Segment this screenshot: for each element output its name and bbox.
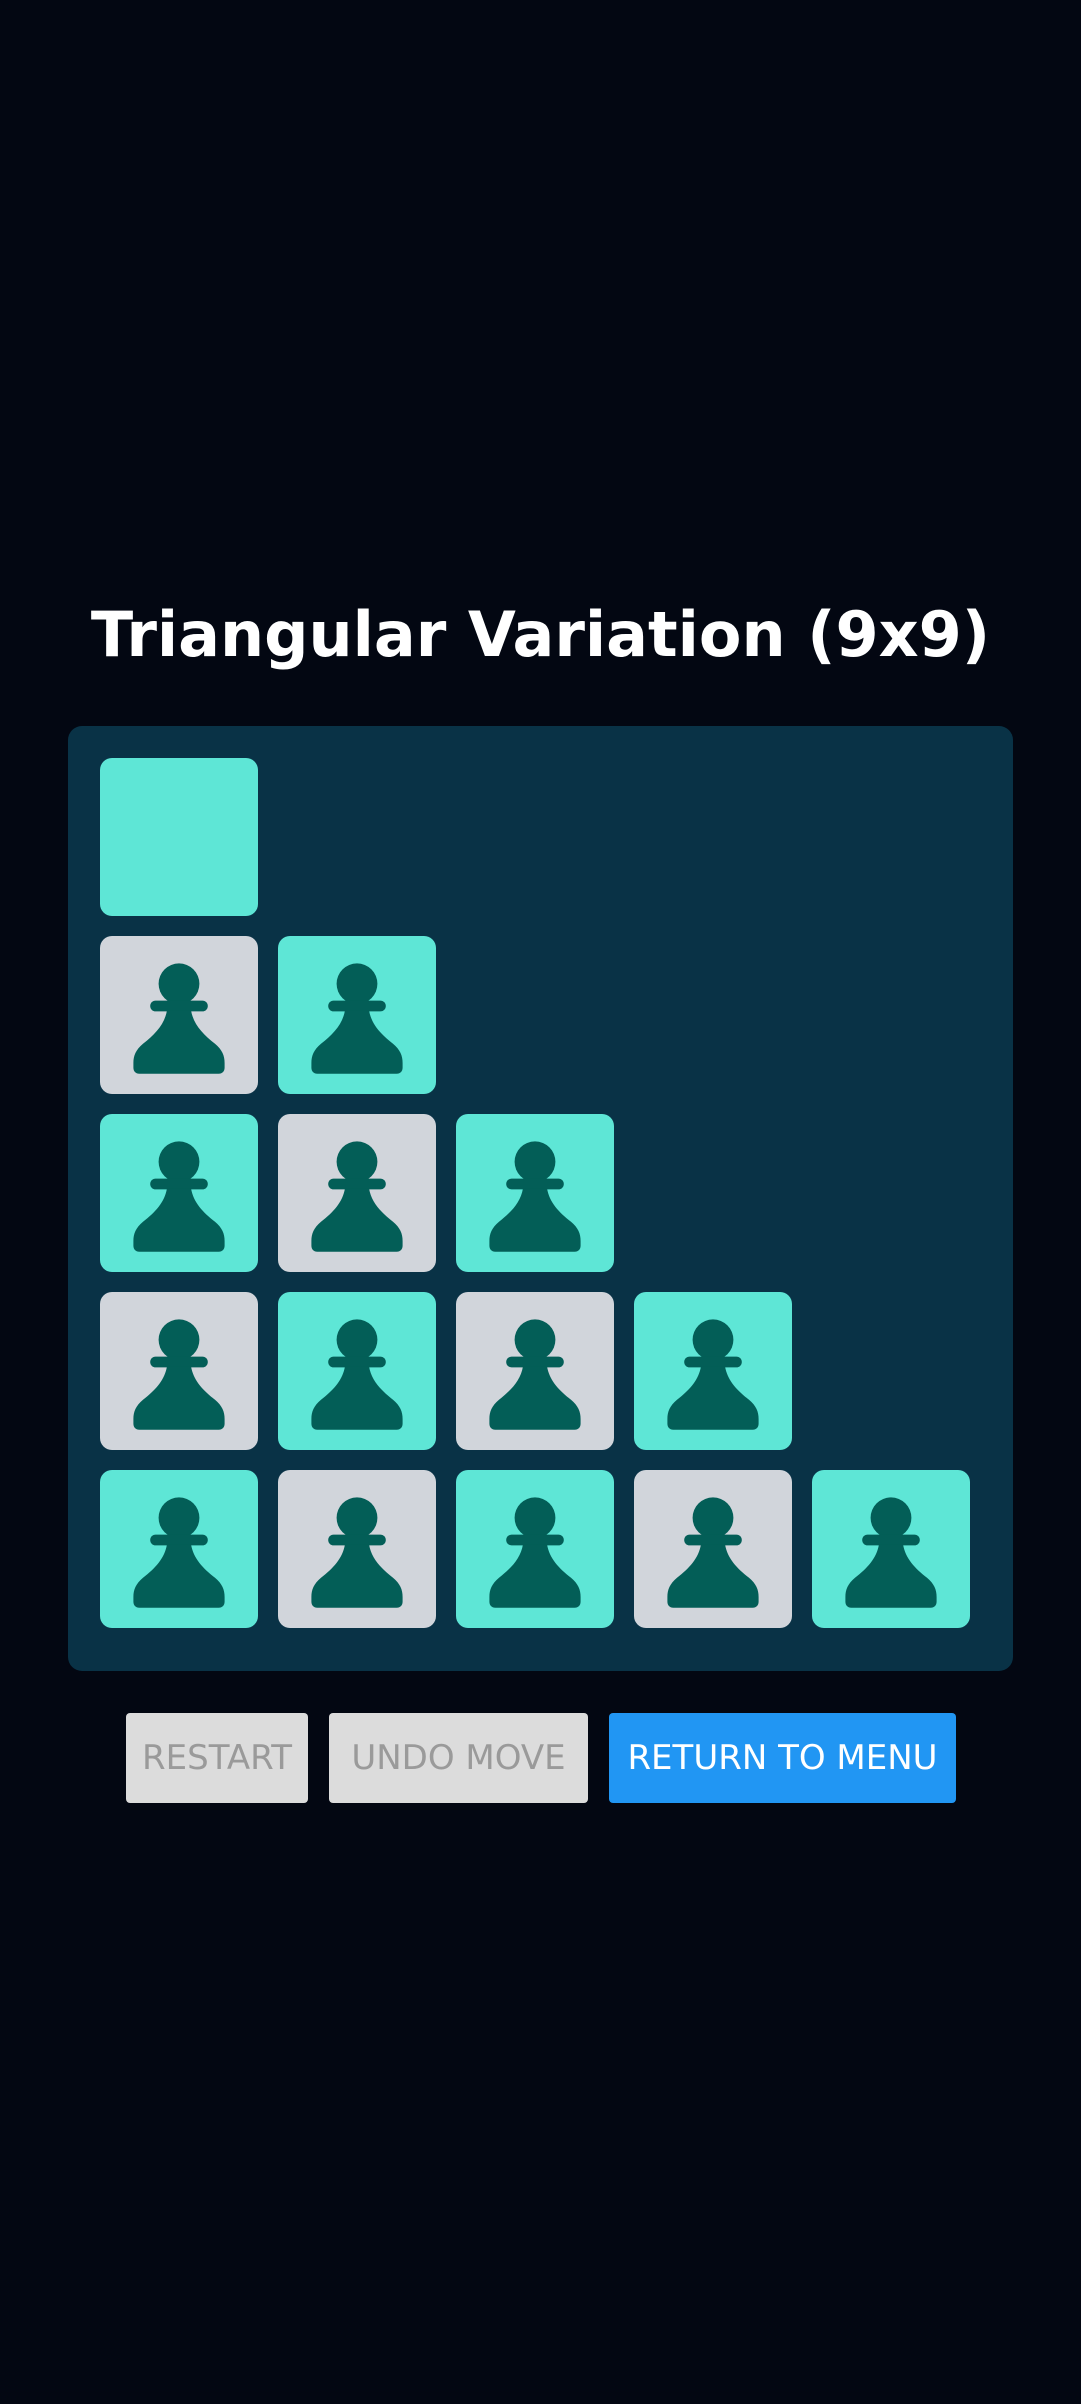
restart-button[interactable]: RESTART — [126, 1713, 308, 1803]
pawn-icon — [311, 963, 403, 1074]
board-cell-with-pawn[interactable] — [634, 1470, 792, 1628]
board-cell-with-pawn[interactable] — [812, 1470, 970, 1628]
board-cell-with-pawn[interactable] — [100, 1114, 258, 1272]
pawn-icon — [133, 963, 225, 1074]
pawn-icon — [489, 1319, 581, 1430]
board-cell-with-pawn[interactable] — [100, 1292, 258, 1450]
pawn-icon — [311, 1497, 403, 1608]
pawn-icon — [311, 1141, 403, 1252]
game-board — [68, 726, 1013, 1671]
pawn-icon — [133, 1497, 225, 1608]
pawn-icon — [133, 1141, 225, 1252]
pawn-icon — [667, 1319, 759, 1430]
pawn-icon — [489, 1141, 581, 1252]
pawn-icon — [845, 1497, 937, 1608]
pawn-icon — [667, 1497, 759, 1608]
board-cell-with-pawn[interactable] — [100, 936, 258, 1094]
game-title: Triangular Variation (9x9) — [90, 598, 991, 671]
board-cell-with-pawn[interactable] — [456, 1470, 614, 1628]
board-cell-empty[interactable] — [100, 758, 258, 916]
board-cell-with-pawn[interactable] — [278, 1470, 436, 1628]
pawn-icon — [311, 1319, 403, 1430]
board-cell-with-pawn[interactable] — [634, 1292, 792, 1450]
board-cell-with-pawn[interactable] — [278, 936, 436, 1094]
board-cell-with-pawn[interactable] — [100, 1470, 258, 1628]
board-cell-with-pawn[interactable] — [278, 1114, 436, 1272]
board-cell-with-pawn[interactable] — [456, 1114, 614, 1272]
pawn-icon — [133, 1319, 225, 1430]
game-screen: Triangular Variation (9x9) RESTART UNDO … — [0, 0, 1081, 2404]
return-to-menu-button[interactable]: RETURN TO MENU — [609, 1713, 956, 1803]
pawn-icon — [489, 1497, 581, 1608]
undo-move-button[interactable]: UNDO MOVE — [329, 1713, 588, 1803]
board-cell-with-pawn[interactable] — [278, 1292, 436, 1450]
board-cell-with-pawn[interactable] — [456, 1292, 614, 1450]
